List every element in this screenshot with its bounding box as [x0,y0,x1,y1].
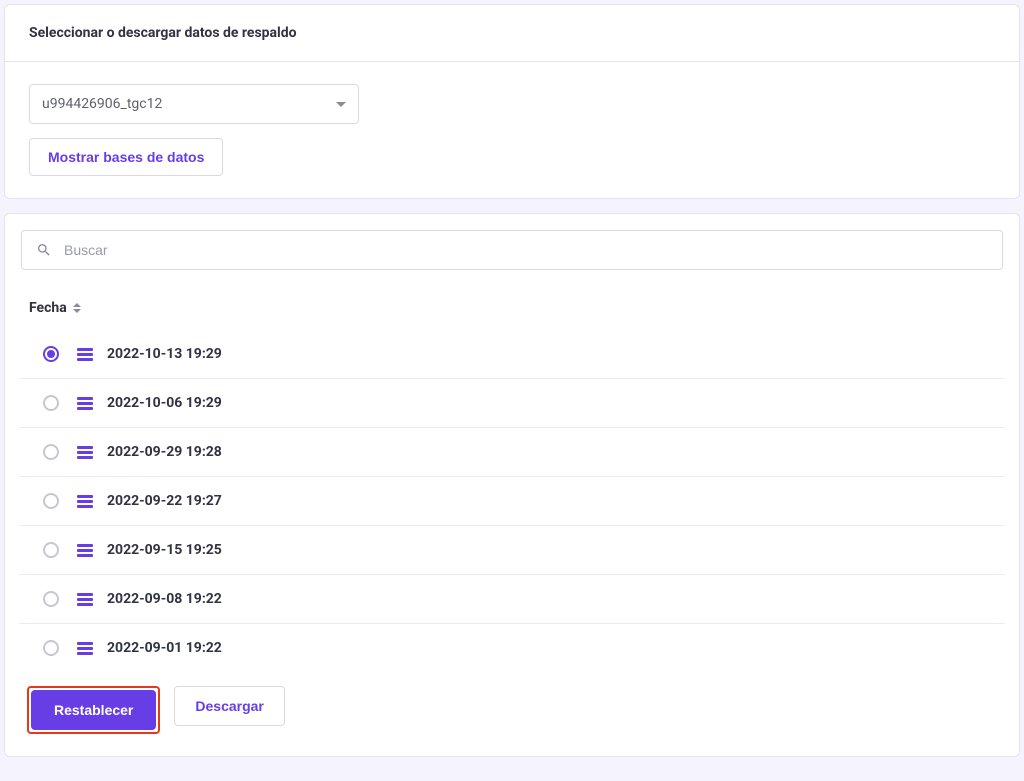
backup-rows: 2022-10-13 19:29 2022-10-06 19:29 2022-09-… [5,330,1019,672]
backups-panel: Fecha 2022-10-13 19:292022-10-06 19:2920… [4,213,1020,757]
date-column-header[interactable]: Fecha [5,270,1019,330]
database-icon [77,495,93,508]
download-button[interactable]: Descargar [174,686,285,726]
backup-date: 2022-10-06 19:29 [107,395,222,411]
backup-date: 2022-09-01 19:22 [107,640,222,656]
backup-row[interactable]: 2022-10-13 19:29 [19,330,1005,379]
database-select-value: u994426906_tgc12 [42,96,162,112]
radio-button[interactable] [43,591,59,607]
sort-icon [73,303,81,313]
backup-row[interactable]: 2022-09-01 19:22 [19,624,1005,672]
search-icon [36,242,52,258]
radio-button[interactable] [43,395,59,411]
backup-date: 2022-10-13 19:29 [107,346,222,362]
actions-bar: Restablecer Descargar [5,672,1019,756]
restore-button[interactable]: Restablecer [31,690,156,730]
database-icon [77,348,93,361]
database-icon [77,397,93,410]
database-select[interactable]: u994426906_tgc12 [29,84,359,124]
database-icon [77,593,93,606]
search-input[interactable] [64,242,988,258]
radio-button[interactable] [43,640,59,656]
backup-row[interactable]: 2022-09-22 19:27 [19,477,1005,526]
backup-row[interactable]: 2022-09-08 19:22 [19,575,1005,624]
panel-title: Seleccionar o descargar datos de respald… [5,5,1019,62]
database-icon [77,544,93,557]
database-icon [77,642,93,655]
chevron-down-icon [336,102,346,107]
radio-button[interactable] [43,346,59,362]
radio-button[interactable] [43,493,59,509]
date-header-label: Fecha [29,300,67,316]
radio-button[interactable] [43,444,59,460]
show-databases-button[interactable]: Mostrar bases de datos [29,138,223,176]
backup-row[interactable]: 2022-09-15 19:25 [19,526,1005,575]
backup-date: 2022-09-29 19:28 [107,444,222,460]
backup-date: 2022-09-08 19:22 [107,591,222,607]
panel-body: u994426906_tgc12 Mostrar bases de datos [5,62,1019,198]
radio-button[interactable] [43,542,59,558]
database-icon [77,446,93,459]
backup-select-panel: Seleccionar o descargar datos de respald… [4,4,1020,199]
search-wrap [5,214,1019,270]
backup-row[interactable]: 2022-10-06 19:29 [19,379,1005,428]
search-field[interactable] [21,230,1003,270]
restore-highlight: Restablecer [27,686,160,734]
backup-date: 2022-09-15 19:25 [107,542,222,558]
backup-row[interactable]: 2022-09-29 19:28 [19,428,1005,477]
backup-date: 2022-09-22 19:27 [107,493,222,509]
